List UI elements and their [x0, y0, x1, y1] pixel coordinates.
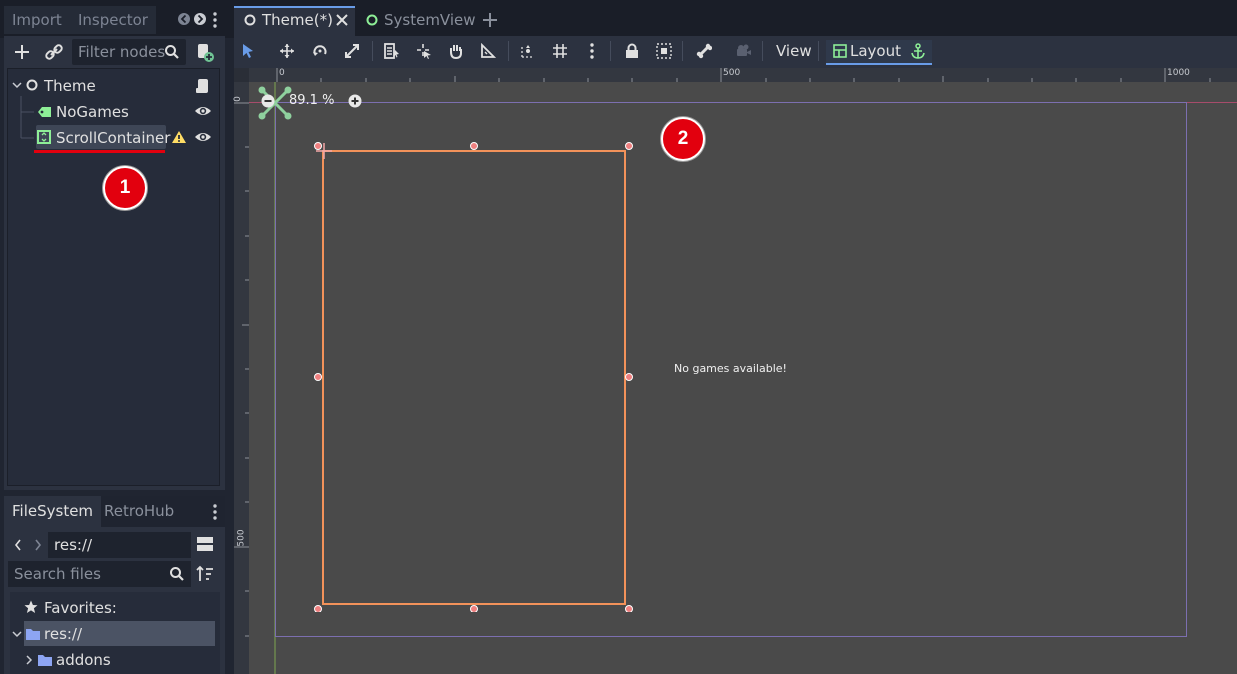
- label-node-icon: [37, 105, 53, 119]
- camera-override-icon[interactable]: [736, 43, 752, 59]
- collapse-arrow-icon[interactable]: [12, 629, 22, 639]
- node-2d-circle-icon: [26, 79, 38, 91]
- scene-dock-tabbar: Import Inspector: [0, 0, 228, 38]
- search-files-placeholder: Search files: [14, 565, 101, 583]
- rotate-mode-icon[interactable]: [312, 43, 328, 59]
- close-icon[interactable]: [336, 14, 348, 26]
- path-input[interactable]: res://: [48, 532, 191, 558]
- scene-tab-systemview[interactable]: SystemView: [384, 6, 476, 34]
- ruler-label: 0: [279, 68, 285, 78]
- annotation-badge-1: 1: [103, 166, 147, 210]
- add-tab-icon[interactable]: [482, 12, 498, 28]
- dock-next-icon[interactable]: [194, 12, 206, 26]
- select-mode-icon[interactable]: [240, 43, 256, 59]
- ruler-label: 0: [232, 96, 243, 102]
- annotation-underline: [34, 150, 165, 153]
- dock-menu-icon[interactable]: [212, 12, 218, 28]
- move-mode-icon[interactable]: [279, 43, 295, 59]
- node-2d-circle-icon: [366, 14, 378, 26]
- dock-menu-icon[interactable]: [212, 504, 218, 520]
- fs-item-addons[interactable]: addons: [56, 648, 111, 672]
- ruler-horizontal: 0 500 1000: [234, 68, 1237, 82]
- ruler-ticks: [234, 102, 249, 637]
- layout-menu-label: Layout: [850, 42, 901, 60]
- group-icon[interactable]: [656, 43, 672, 59]
- scale-mode-icon[interactable]: [344, 43, 360, 59]
- filter-nodes-placeholder: Filter nodes: [78, 43, 166, 61]
- list-select-icon[interactable]: [384, 43, 400, 59]
- no-games-label: No games available!: [674, 362, 787, 375]
- search-files-input[interactable]: Search files: [8, 561, 191, 587]
- search-icon: [169, 566, 185, 582]
- ruler-label: 500: [236, 529, 247, 547]
- filesystem-tabbar: FileSystem RetroHub: [4, 496, 225, 527]
- collapse-arrow-icon[interactable]: [12, 80, 22, 90]
- scene-tabbar: Theme(*) SystemView: [228, 0, 1237, 38]
- ruler-corner: [234, 68, 249, 82]
- filter-nodes-input[interactable]: Filter nodes: [72, 39, 186, 65]
- node-2d-circle-icon: [244, 14, 256, 26]
- toolbar-separator: [610, 41, 611, 61]
- visibility-eye-icon[interactable]: [194, 130, 212, 144]
- tab-import[interactable]: Import: [4, 6, 70, 34]
- ruler-label: 1000: [1167, 68, 1190, 78]
- view-menu[interactable]: View: [776, 42, 812, 60]
- zoom-out-icon[interactable]: [261, 94, 275, 108]
- warning-icon[interactable]: [171, 130, 187, 144]
- zoom-level[interactable]: 89.1 %: [289, 93, 334, 108]
- search-icon: [164, 44, 180, 60]
- snap-options-icon[interactable]: [589, 43, 595, 59]
- layout-grid-icon: [833, 44, 847, 58]
- instance-link-icon[interactable]: [42, 40, 66, 64]
- favorites-label: Favorites:: [44, 599, 117, 617]
- folder-icon: [37, 653, 53, 667]
- anchor-icon[interactable]: [910, 43, 926, 59]
- toolbar-separator: [762, 41, 763, 61]
- scroll-container-icon: [37, 130, 51, 144]
- toolbar-separator: [508, 41, 509, 61]
- sort-icon[interactable]: [196, 565, 214, 583]
- fs-item-res[interactable]: res://: [44, 622, 82, 646]
- tab-filesystem[interactable]: FileSystem: [4, 496, 102, 527]
- toolbar-separator: [818, 41, 819, 61]
- scene-tab-theme[interactable]: Theme(*): [262, 6, 333, 34]
- tree-node-theme[interactable]: Theme: [44, 74, 96, 98]
- ruler-mode-icon[interactable]: [480, 43, 496, 59]
- zoom-in-icon[interactable]: [348, 94, 362, 108]
- path-value: res://: [54, 536, 93, 554]
- add-node-icon[interactable]: [10, 40, 34, 64]
- smart-snap-icon[interactable]: [520, 43, 536, 59]
- tree-node-scrollcontainer[interactable]: ScrollContainer: [56, 126, 170, 150]
- tab-retrohub[interactable]: RetroHub: [96, 496, 182, 527]
- pan-mode-icon[interactable]: [448, 43, 464, 59]
- skeleton-bone-icon[interactable]: [696, 43, 712, 59]
- star-icon: [24, 600, 38, 614]
- grid-snap-icon[interactable]: [552, 43, 568, 59]
- forward-icon[interactable]: [33, 538, 43, 552]
- ruler-label: 500: [723, 68, 741, 78]
- tab-inspector[interactable]: Inspector: [70, 6, 156, 34]
- tree-node-nogames[interactable]: NoGames: [56, 100, 129, 124]
- toolbar-separator: [682, 41, 683, 61]
- pivot-mode-icon[interactable]: [416, 43, 432, 59]
- annotation-badge-2: 2: [661, 117, 705, 161]
- split-view-icon[interactable]: [196, 536, 214, 552]
- tree-guide-lines: [20, 96, 34, 139]
- resize-handles[interactable]: [314, 142, 634, 612]
- script-icon[interactable]: [196, 78, 210, 94]
- toolbar-separator: [372, 41, 373, 61]
- ruler-vertical: 0 500: [232, 68, 249, 674]
- visibility-eye-icon[interactable]: [194, 104, 212, 118]
- folder-icon: [25, 627, 41, 641]
- expand-arrow-icon[interactable]: [24, 655, 34, 665]
- back-icon[interactable]: [13, 538, 23, 552]
- dock-prev-icon[interactable]: [178, 12, 190, 26]
- attach-script-icon[interactable]: [193, 40, 217, 64]
- lock-icon[interactable]: [624, 43, 640, 59]
